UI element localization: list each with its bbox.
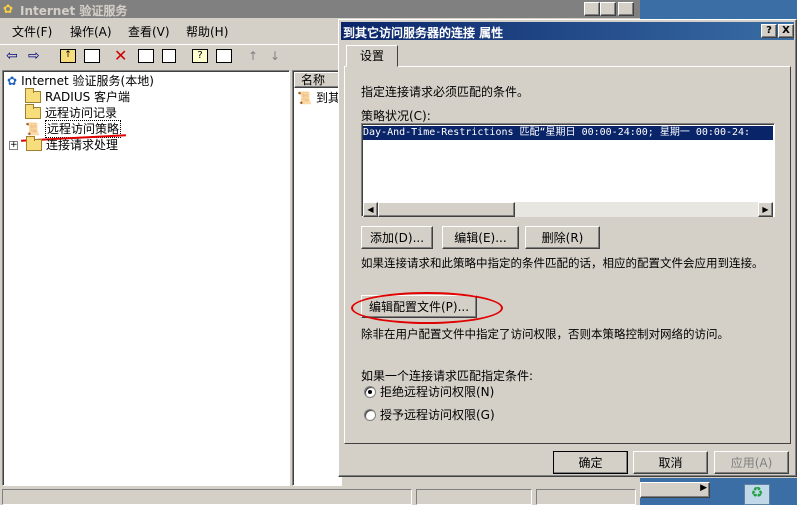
dialog-title: 到其它访问服务器的连接 属性 — [343, 26, 504, 40]
status-pane-1 — [2, 489, 412, 505]
tab-settings[interactable]: 设置 — [346, 45, 398, 67]
remove-button[interactable]: 删除(R) — [525, 226, 600, 249]
toolbar: ⇦ ⇨ ↑ ✕ ? ↑ ↓ — [0, 44, 340, 68]
dialog-help-button[interactable]: ? — [761, 24, 777, 38]
cancel-button[interactable]: 取消 — [633, 451, 708, 474]
scroll-left-button[interactable]: ◀ — [363, 202, 378, 217]
forward-arrow-icon[interactable]: ⇨ — [28, 48, 40, 64]
recycle-bin-icon[interactable]: ♻ — [744, 484, 770, 505]
folder-icon — [25, 104, 41, 119]
menu-action[interactable]: 操作(A) — [70, 24, 112, 40]
menu-view[interactable]: 查看(V) — [128, 24, 170, 40]
dialog-close-button[interactable]: X — [778, 24, 794, 38]
help-icon[interactable]: ? — [192, 49, 208, 63]
intro-text: 指定连接请求必须匹配的条件。 — [361, 85, 530, 99]
column-header-name[interactable]: 名称 — [294, 72, 342, 88]
folder-icon — [26, 136, 42, 151]
status-bar — [0, 488, 640, 505]
status-pane-2 — [416, 489, 532, 505]
condition-row-selected[interactable]: Day-And-Time-Restrictions 匹配“星期日 00:00-2… — [363, 126, 773, 140]
close-button[interactable]: ✕ — [618, 2, 634, 16]
match-description: 如果连接请求和此策略中指定的条件匹配的话，相应的配置文件会应用到连接。 — [361, 256, 764, 270]
properties-icon[interactable] — [138, 49, 154, 63]
maximize-button[interactable]: □ — [600, 2, 616, 16]
tree-item-remote-access-logging[interactable]: 远程访问记录 — [25, 104, 117, 121]
policy-conditions-label: 策略状况(C): — [361, 109, 431, 123]
ias-icon: ✿ — [7, 74, 18, 88]
move-down-icon[interactable]: ↓ — [270, 49, 280, 63]
move-up-icon[interactable]: ↑ — [248, 49, 258, 63]
condition-label: 如果一个连接请求匹配指定条件: — [361, 369, 534, 383]
ok-button[interactable]: 确定 — [553, 451, 628, 474]
grant-access-radio[interactable]: 授予远程访问权限(G) — [364, 407, 495, 423]
expand-icon[interactable]: + — [9, 140, 18, 150]
dialog-titlebar[interactable]: 到其它访问服务器的连接 属性 ? X — [341, 22, 794, 40]
list-item[interactable]: 📜 到其 — [297, 90, 340, 106]
list-pane[interactable]: 名称 📜 到其 — [292, 70, 342, 486]
tree-pane[interactable]: ✿ Internet 验证服务(本地) RADIUS 客户端 远程访问记录 📜 … — [2, 70, 290, 486]
properties-dialog: 到其它访问服务器的连接 属性 ? X 设置 指定连接请求必须匹配的条件。 策略状… — [338, 19, 797, 477]
desktop-background — [640, 0, 797, 20]
conditions-listbox[interactable]: Day-And-Time-Restrictions 匹配“星期日 00:00-2… — [361, 123, 775, 217]
scroll-thumb[interactable] — [378, 202, 515, 217]
tree-root[interactable]: ✿ Internet 验证服务(本地) — [7, 73, 154, 89]
scroll-right-arrow-icon[interactable]: ▶ — [700, 483, 707, 493]
partial-scrollbar[interactable]: ▶ — [640, 482, 710, 498]
show-tree-icon[interactable] — [84, 49, 100, 63]
delete-icon[interactable]: ✕ — [114, 46, 127, 65]
policy-scroll-icon: 📜 — [297, 91, 312, 105]
radio-unselected[interactable] — [364, 409, 376, 421]
export-list-icon[interactable] — [162, 49, 176, 63]
tree-item-radius-clients[interactable]: RADIUS 客户端 — [25, 88, 130, 105]
deny-access-radio[interactable]: 拒绝远程访问权限(N) — [364, 384, 494, 400]
up-folder-icon[interactable]: ↑ — [60, 49, 76, 63]
folder-icon — [25, 88, 41, 103]
console-icon[interactable] — [216, 49, 232, 63]
tree-item-connection-request[interactable]: + 连接请求处理 — [9, 136, 118, 153]
menu-help[interactable]: 帮助(H) — [186, 24, 228, 40]
main-title: Internet 验证服务 — [20, 4, 128, 18]
main-titlebar[interactable]: ✿ Internet 验证服务 _ □ ✕ — [0, 0, 640, 18]
menu-file[interactable]: 文件(F) — [12, 24, 52, 40]
red-ellipse-annotation — [351, 292, 503, 324]
horizontal-scrollbar[interactable]: ◀ ▶ — [363, 202, 773, 217]
add-button[interactable]: 添加(D)... — [361, 226, 433, 249]
scroll-right-button[interactable]: ▶ — [758, 202, 773, 217]
policy-scroll-icon: 📜 — [25, 122, 40, 136]
app-icon: ✿ — [3, 2, 14, 16]
edit-button[interactable]: 编辑(E)... — [442, 226, 519, 249]
back-arrow-icon[interactable]: ⇦ — [6, 48, 18, 64]
status-pane-3 — [536, 489, 636, 505]
minimize-button[interactable]: _ — [584, 2, 600, 16]
radio-selected[interactable] — [364, 386, 376, 398]
profile-description: 除非在用户配置文件中指定了访问权限，否则本策略控制对网络的访问。 — [361, 327, 729, 341]
apply-button[interactable]: 应用(A) — [714, 451, 789, 474]
